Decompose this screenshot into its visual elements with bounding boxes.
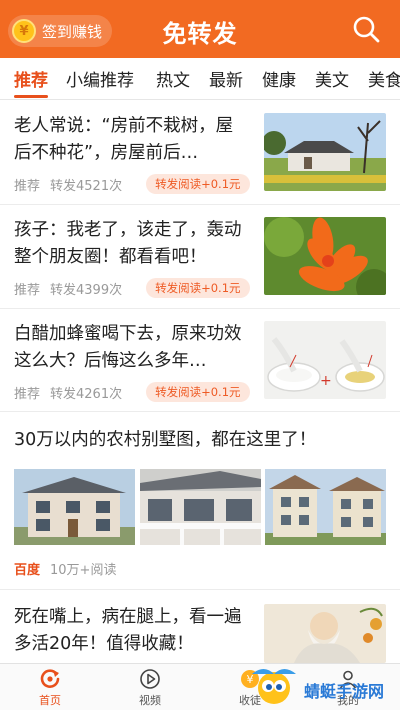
article-share-count: 转发4521次 — [50, 178, 123, 194]
ad-read-count: 10万+阅读 — [50, 563, 117, 578]
article-thumbnail — [264, 604, 386, 663]
svg-text:+: + — [320, 373, 332, 389]
ad-source: 百度 — [14, 563, 41, 578]
article-share-count: 转发4261次 — [50, 386, 123, 402]
article-item[interactable]: 白醋加蜂蜜喝下去，原来功效这么大？后悔这么多年… 推荐 转发4261次 转发阅读… — [0, 309, 400, 412]
article-item[interactable]: 孩子：我老了，该走了，轰动整个朋友圈！都看看吧！ 推荐 转发4399次 转发阅读… — [0, 205, 400, 309]
watermark-text: 蜻蜓手游网 — [304, 682, 385, 701]
article-title: 白醋加蜂蜜喝下去，原来功效这么大？后悔这么多年… — [14, 324, 242, 371]
active-tab-indicator — [14, 95, 48, 98]
article-meta: 推荐 转发4399次 转发阅读+0.1元 — [14, 278, 260, 298]
article-title: 孩子：我老了，该走了，轰动整个朋友圈！都看看吧！ — [14, 220, 242, 267]
nav-home-label: 首页 — [39, 694, 61, 707]
article-title: 老人常说：“房前不栽树，屋后不种花”，房屋前后… — [14, 116, 234, 163]
article-thumbnail — [264, 113, 386, 191]
search-icon[interactable] — [352, 15, 380, 43]
tab-recommend[interactable]: 推荐 — [14, 66, 48, 91]
villa-image-2 — [139, 469, 261, 545]
article-category: 推荐 — [14, 178, 41, 194]
article-category: 推荐 — [14, 386, 41, 402]
tab-hot[interactable]: 热文 — [156, 66, 190, 91]
ad-title: 30万以内的农村别墅图，都在这里了！ — [14, 430, 317, 450]
article-meta: 推荐 转发4521次 转发阅读+0.1元 — [14, 174, 260, 194]
ad-meta: 百度 10万+阅读 — [14, 559, 126, 578]
article-category: 推荐 — [14, 282, 41, 298]
play-icon — [140, 669, 160, 689]
tab-essays[interactable]: 美文 — [315, 66, 349, 91]
dragonfly-logo-icon — [252, 669, 296, 704]
article-meta: 推荐 转发4261次 转发阅读+0.1元 — [14, 382, 260, 402]
top-bar: ¥ 签到赚钱 免转发 — [0, 0, 400, 58]
tab-health[interactable]: 健康 — [262, 66, 296, 91]
ad-item[interactable]: 30万以内的农村别墅图，都在这里了！ 百度 10万+阅读 — [0, 412, 400, 590]
tab-food[interactable]: 美食 — [368, 66, 400, 91]
article-thumbnail — [264, 217, 386, 295]
reward-badge: 转发阅读+0.1元 — [146, 382, 250, 402]
nav-video-label: 视频 — [139, 694, 161, 707]
article-title: 死在嘴上，病在腿上，看一遍多活20年！值得收藏！ — [14, 607, 242, 654]
reward-badge: 转发阅读+0.1元 — [146, 278, 250, 298]
tab-latest[interactable]: 最新 — [209, 66, 243, 91]
article-item[interactable]: 老人常说：“房前不栽树，屋后不种花”，房屋前后… 推荐 转发4521次 转发阅读… — [0, 101, 400, 205]
nav-home[interactable]: 首页 — [20, 668, 80, 708]
tab-editor-picks[interactable]: 小编推荐 — [66, 66, 134, 91]
ad-image-strip — [14, 469, 386, 545]
category-tabs: 推荐 小编推荐 热文 最新 健康 美文 美食 — [0, 58, 400, 100]
nav-video[interactable]: 视频 — [120, 668, 180, 708]
reward-badge: 转发阅读+0.1元 — [146, 174, 250, 194]
article-thumbnail: + — [264, 321, 386, 399]
villa-image-3 — [265, 469, 386, 545]
villa-image-1 — [14, 469, 135, 545]
article-share-count: 转发4399次 — [50, 282, 123, 298]
article-item[interactable]: 死在嘴上，病在腿上，看一遍多活20年！值得收藏！ — [0, 590, 400, 663]
app-title: 免转发 — [162, 20, 238, 48]
site-watermark: 蜻蜓手游网 — [244, 660, 394, 710]
home-refresh-icon — [40, 669, 60, 688]
